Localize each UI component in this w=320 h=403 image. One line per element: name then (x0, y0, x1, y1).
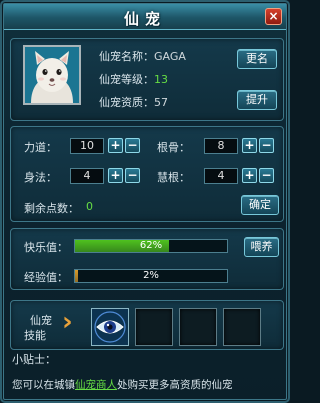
title-bar: 仙宠 × (4, 4, 286, 30)
happiness-bar: 62% (74, 239, 228, 253)
pet-level-label: 仙宠等级： (99, 73, 154, 86)
tip-text-after: 处购买更多高资质的仙宠 (117, 379, 233, 391)
wisdom-label: 慧根： (157, 171, 190, 184)
tip-text-before: 您可以在城镇 (12, 379, 75, 391)
pet-window: 仙宠 × 仙宠名称：GAGA 仙宠等级：13 仙宠资质：57 更名 提升 力道：… (0, 0, 290, 403)
remaining-points-value: 0 (86, 200, 93, 213)
pet-name-value: GAGA (154, 50, 186, 63)
pet-quality-row: 仙宠资质：57 (99, 94, 168, 110)
upgrade-button[interactable]: 提升 (237, 90, 277, 110)
chevron-right-icon: › (62, 307, 73, 337)
agility-plus-button[interactable]: + (108, 168, 123, 183)
skill-slot-1[interactable] (91, 308, 129, 346)
experience-bar: 2% (74, 269, 228, 283)
root-minus-button[interactable]: − (259, 138, 274, 153)
agility-label: 身法： (24, 171, 57, 184)
feed-button[interactable]: 喂养 (244, 237, 279, 257)
pet-level-row: 仙宠等级：13 (99, 71, 168, 87)
root-label: 根骨： (157, 141, 190, 154)
strength-value: 10 (70, 138, 104, 154)
pet-quality-label: 仙宠资质： (99, 96, 154, 109)
experience-label: 经验值： (24, 271, 68, 284)
tip-title: 小贴士： (12, 353, 56, 366)
pet-level-value: 13 (154, 73, 168, 86)
pet-name-label: 仙宠名称： (99, 50, 154, 63)
window-title: 仙宠 (123, 10, 166, 28)
agility-minus-button[interactable]: − (125, 168, 140, 183)
pet-portrait (23, 45, 81, 105)
wisdom-value: 4 (204, 168, 238, 184)
wisdom-minus-button[interactable]: − (259, 168, 274, 183)
skills-label-line2: 技能 (24, 329, 46, 342)
wisdom-plus-button[interactable]: + (242, 168, 257, 183)
tip-text: 您可以在城镇仙宠商人处购买更多高资质的仙宠 (12, 377, 233, 392)
agility-value: 4 (70, 168, 104, 184)
skills-panel: 仙宠 技能 › (10, 300, 284, 350)
pet-portrait-image (25, 47, 79, 103)
pet-name-row: 仙宠名称：GAGA (99, 48, 186, 64)
status-bars-panel: 快乐值： 62% 喂养 经验值： 2% (10, 228, 284, 290)
confirm-button[interactable]: 确定 (241, 195, 279, 215)
stats-panel: 力道： 10 + − 根骨： 8 + − 身法： 4 + − 慧根： 4 + −… (10, 126, 284, 222)
happiness-label: 快乐值： (24, 241, 68, 254)
skill-slot-2[interactable] (135, 308, 173, 346)
eye-skill-icon (92, 309, 128, 345)
strength-minus-button[interactable]: − (125, 138, 140, 153)
pet-merchant-link[interactable]: 仙宠商人 (75, 379, 117, 391)
skill-slot-3[interactable] (179, 308, 217, 346)
strength-label: 力道： (24, 141, 57, 154)
experience-percent: 2% (143, 270, 159, 281)
skills-label-line1: 仙宠 (30, 314, 52, 327)
pet-info-panel: 仙宠名称：GAGA 仙宠等级：13 仙宠资质：57 更名 提升 (10, 38, 284, 121)
skill-slot-4[interactable] (223, 308, 261, 346)
happiness-percent: 62% (139, 240, 163, 251)
root-plus-button[interactable]: + (242, 138, 257, 153)
pet-quality-value: 57 (154, 96, 168, 109)
strength-plus-button[interactable]: + (108, 138, 123, 153)
remaining-points-label: 剩余点数： (24, 202, 79, 215)
rename-button[interactable]: 更名 (237, 49, 277, 69)
root-value: 8 (204, 138, 238, 154)
close-button[interactable]: × (265, 8, 282, 25)
